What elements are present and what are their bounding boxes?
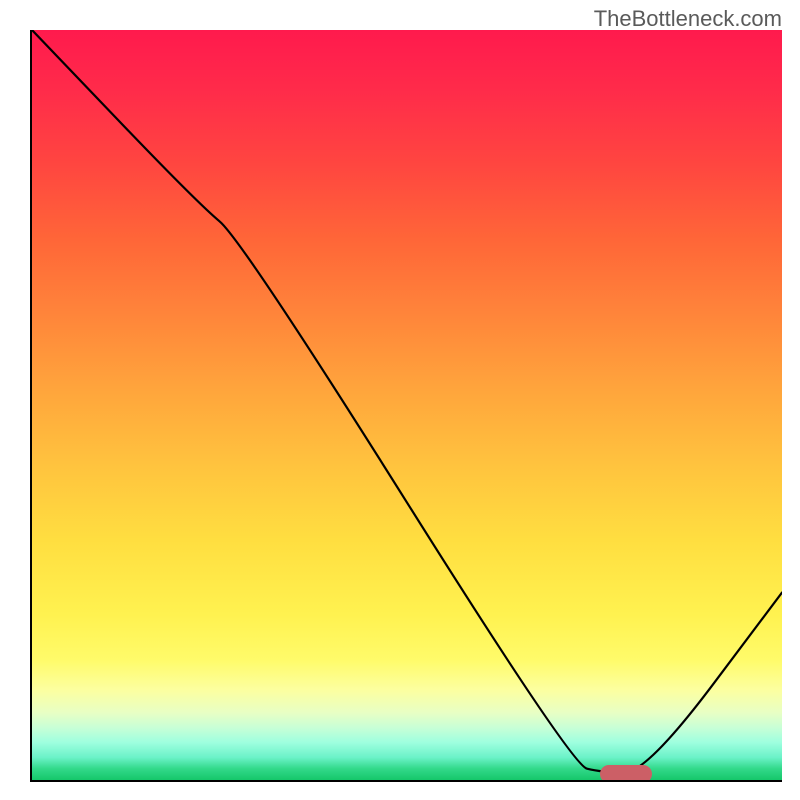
watermark-text: TheBottleneck.com bbox=[594, 6, 782, 32]
optimal-marker bbox=[600, 765, 653, 782]
bottleneck-curve bbox=[32, 30, 782, 780]
chart-plot-area bbox=[30, 30, 782, 782]
